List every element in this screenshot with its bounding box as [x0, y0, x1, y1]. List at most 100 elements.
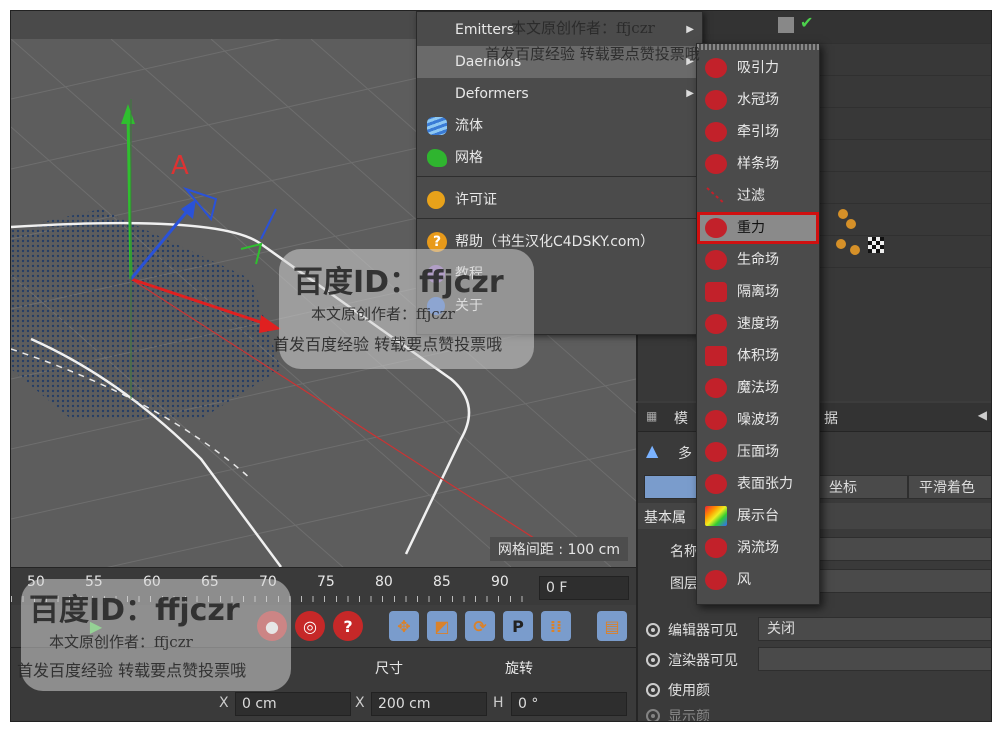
daemon-label: 涡流场: [737, 540, 779, 556]
tick-label: 90: [491, 574, 509, 590]
tab-basic[interactable]: [644, 475, 704, 499]
daemon-label: 表面张力: [737, 476, 793, 492]
keyframe-selection-icon[interactable]: ?: [333, 611, 363, 641]
scale-key-icon[interactable]: ◩: [427, 611, 457, 641]
point-level-icon[interactable]: ⁞⁞: [541, 611, 571, 641]
menu-item-label: 流体: [455, 118, 483, 134]
watermark-baidu-id: 百度ID：ffjczr: [29, 593, 240, 628]
tick-label: 80: [375, 574, 393, 590]
layer-icon[interactable]: [778, 17, 794, 33]
editor-visible-select[interactable]: 关闭: [758, 617, 991, 641]
menu-item-deformers[interactable]: Deformers ▶: [417, 78, 702, 110]
watermark-notice: 首发百度经验 转载要点赞投票哦: [485, 45, 700, 63]
position-x-label: X: [219, 695, 229, 711]
auto-keyframe-icon[interactable]: ◎: [295, 611, 325, 641]
daemon-label: 隔离场: [737, 284, 779, 300]
watermark-author: 本文原创作者：ffjczr: [511, 19, 655, 37]
tab-coordinates[interactable]: 坐标: [818, 475, 908, 499]
filter-icon: [705, 186, 727, 206]
daemon-magic[interactable]: 魔法场: [697, 372, 819, 404]
tearoff-handle[interactable]: [697, 44, 819, 50]
daemon-gravity[interactable]: 重力: [697, 212, 819, 244]
rotate-key-icon[interactable]: ⟳: [465, 611, 495, 641]
watermark-author: 本文原创作者：ffjczr: [311, 305, 455, 323]
daemon-noise[interactable]: 噪波场: [697, 404, 819, 436]
daemon-life[interactable]: 生命场: [697, 244, 819, 276]
menu-separator: [417, 176, 702, 177]
daemon-vortex[interactable]: 涡流场: [697, 532, 819, 564]
surface-tension-icon: [705, 474, 727, 494]
name-field[interactable]: [818, 537, 991, 561]
display-color-label: 显示颜: [668, 709, 710, 722]
watermark-baidu-id: 百度ID：ffjczr: [293, 265, 504, 300]
use-color-radio[interactable]: [646, 683, 660, 697]
section-title: 基本属: [644, 510, 686, 526]
menu-item-license[interactable]: 许可证: [417, 184, 702, 216]
menu-item-label: 许可证: [455, 192, 497, 208]
daemon-surface-tension[interactable]: 表面张力: [697, 468, 819, 500]
crown-icon: [705, 90, 727, 110]
position-x-field[interactable]: 0 cm: [235, 692, 351, 716]
submenu-arrow-icon: ▶: [686, 88, 694, 99]
param-key-icon[interactable]: P: [503, 611, 533, 641]
pressure-icon: [705, 442, 727, 462]
size-x-label: X: [355, 695, 365, 711]
tag-dot-icon[interactable]: [850, 245, 860, 255]
daemon-crown[interactable]: 水冠场: [697, 84, 819, 116]
display-color-radio[interactable]: [646, 709, 660, 721]
fluid-icon: [427, 117, 447, 135]
daemon-pressure[interactable]: 压面场: [697, 436, 819, 468]
daemon-volume[interactable]: 体积场: [697, 340, 819, 372]
tag-dot-icon[interactable]: [846, 219, 856, 229]
render-visible-radio[interactable]: [646, 653, 660, 667]
tag-dot-icon[interactable]: [836, 239, 846, 249]
move-key-icon[interactable]: ✥: [389, 611, 419, 641]
daemon-attractor[interactable]: 吸引力: [697, 52, 819, 84]
menu-item-fluid[interactable]: 流体: [417, 110, 702, 142]
daemon-spline[interactable]: 样条场: [697, 148, 819, 180]
grip-icon: ▦: [646, 409, 658, 423]
svg-text:A: A: [171, 151, 189, 181]
daemon-isolate[interactable]: 隔离场: [697, 276, 819, 308]
daemon-label: 风: [737, 572, 751, 588]
name-label: 名称: [670, 544, 698, 560]
rotation-h-field[interactable]: 0 °: [511, 692, 627, 716]
tag-dot-icon[interactable]: [838, 209, 848, 219]
daemon-label: 生命场: [737, 252, 779, 268]
render-visible-select[interactable]: [758, 647, 991, 671]
layer-field[interactable]: [818, 569, 991, 593]
tab-phong[interactable]: 平滑着色(Pl: [908, 475, 991, 520]
watermark-notice: 首发百度经验 转载要点赞投票哦: [273, 335, 503, 354]
daemon-wind[interactable]: 风: [697, 564, 819, 596]
layer-label: 图层: [670, 576, 698, 592]
daemon-filter[interactable]: 过滤: [697, 180, 819, 212]
rotation-h-label: H: [493, 695, 504, 711]
daemon-label: 压面场: [737, 444, 779, 460]
panel-menu-icon[interactable]: ◀: [978, 408, 987, 422]
render-visible-label: 渲染器可见: [668, 653, 738, 669]
submenu-arrow-icon: ▶: [686, 24, 694, 35]
daemon-velocity[interactable]: 速度场: [697, 308, 819, 340]
object-name-label: 多: [678, 446, 692, 462]
daemon-label: 展示台: [737, 508, 779, 524]
check-icon[interactable]: ✔: [800, 13, 813, 32]
mode-label[interactable]: 模: [674, 408, 688, 428]
daemon-drag[interactable]: 牵引场: [697, 116, 819, 148]
use-color-label: 使用颜: [668, 683, 710, 699]
menu-item-mesh[interactable]: 网格: [417, 142, 702, 174]
daemon-showcase[interactable]: 展示台: [697, 500, 819, 532]
header-label[interactable]: 据: [824, 408, 838, 428]
wind-icon: [705, 570, 727, 590]
current-frame-field[interactable]: 0 F: [539, 576, 629, 600]
size-header: 尺寸: [375, 661, 403, 677]
editor-visible-radio[interactable]: [646, 623, 660, 637]
size-x-field[interactable]: 200 cm: [371, 692, 487, 716]
daemon-label: 样条场: [737, 156, 779, 172]
velocity-icon: [705, 314, 727, 334]
timeline-window-icon[interactable]: ▤: [597, 611, 627, 641]
license-icon: [427, 191, 445, 209]
menu-item-label: 网格: [455, 150, 483, 166]
daemon-label: 吸引力: [737, 60, 779, 76]
checker-material-icon[interactable]: [868, 237, 884, 253]
menu-item-label: Deformers: [455, 86, 529, 102]
